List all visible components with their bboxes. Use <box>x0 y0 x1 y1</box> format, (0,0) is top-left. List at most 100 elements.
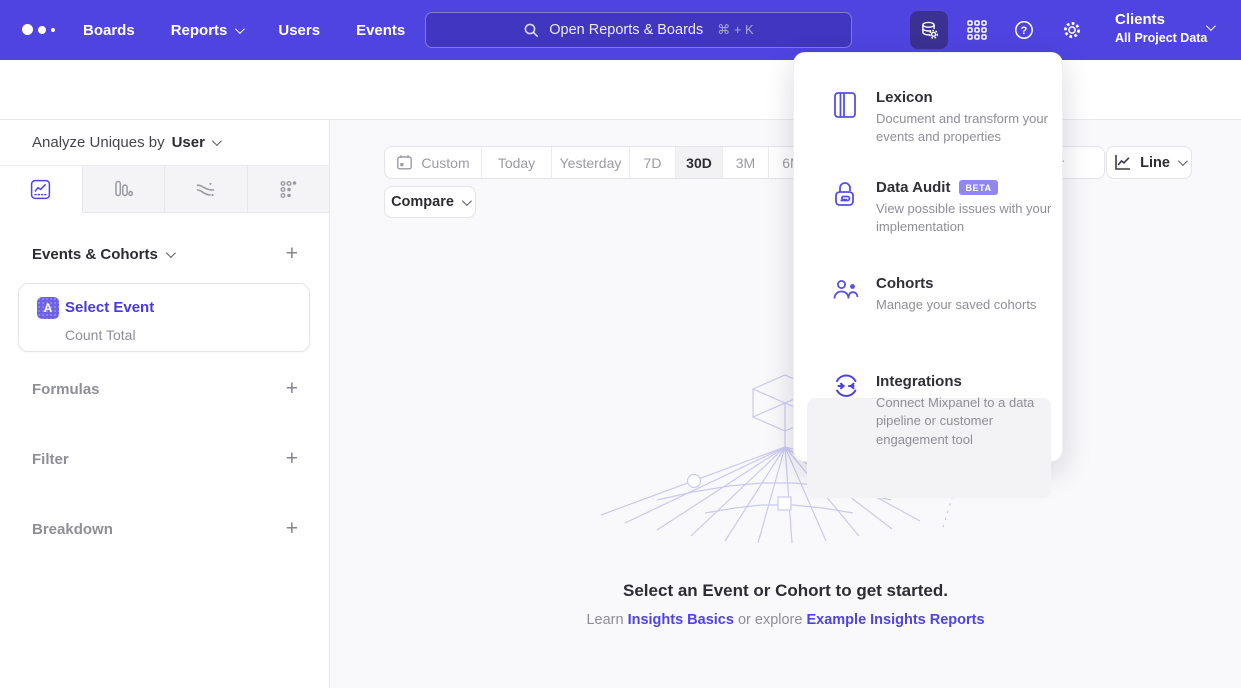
data-management-menu: Lexicon Document and transform your even… <box>793 52 1063 462</box>
insights-report-page: Boards Reports Users Events Open Reports… <box>0 0 1241 688</box>
grid-apps-icon <box>966 19 988 41</box>
tab-line-chart[interactable] <box>0 166 83 213</box>
menu-item-description: Manage your saved cohorts <box>876 296 1054 314</box>
date-range-label: 3M <box>736 155 755 171</box>
date-range-3m[interactable]: 3M <box>723 147 769 178</box>
search-placeholder: Open Reports & Boards <box>549 22 703 38</box>
chevron-down-icon <box>212 136 222 146</box>
events-cohorts-label: Events & Cohorts <box>32 246 158 263</box>
compare-dropdown[interactable]: Compare <box>384 186 476 218</box>
nav-item-boards[interactable]: Boards <box>83 22 135 39</box>
data-audit-icon <box>832 181 858 214</box>
filter-section: Filter + <box>32 450 298 468</box>
filter-label: Filter <box>32 451 69 468</box>
grid-dots-icon <box>278 179 299 200</box>
events-cohorts-header: Events & Cohorts + <box>32 245 298 263</box>
menu-item-title: Data Audit <box>876 179 950 196</box>
date-range-yesterday[interactable]: Yesterday <box>552 147 630 178</box>
breakdown-label: Breakdown <box>32 521 113 538</box>
nav-item-label: Users <box>278 22 320 39</box>
event-card[interactable]: A Select Event Count Total <box>18 283 310 352</box>
bar-chart-icon <box>113 179 134 200</box>
add-event-button[interactable]: + <box>286 245 298 263</box>
gear-icon <box>1061 19 1083 41</box>
chevron-down-icon <box>235 24 245 34</box>
menu-item-description: View possible issues with your implement… <box>876 200 1054 237</box>
project-scope: All Project Data <box>1115 30 1207 46</box>
nav-item-reports[interactable]: Reports <box>171 22 243 39</box>
tab-bar-chart[interactable] <box>83 166 166 213</box>
chevron-down-icon <box>166 248 176 258</box>
svg-text:?: ? <box>1021 25 1028 37</box>
select-event-label[interactable]: Select Event <box>65 299 154 316</box>
apps-grid-button[interactable] <box>958 11 996 49</box>
nav-item-label: Events <box>356 22 405 39</box>
beta-badge: BETA <box>959 180 997 195</box>
breakdown-section: Breakdown + <box>32 520 298 538</box>
query-builder-sidebar: Analyze Uniques by User <box>0 120 330 688</box>
date-range-today[interactable]: Today <box>482 147 552 178</box>
date-range-30d[interactable]: 30D <box>676 147 723 178</box>
search-shortcut-hint: ⌘ + K <box>717 22 754 38</box>
example-reports-link[interactable]: Example Insights Reports <box>806 612 984 628</box>
calendar-icon <box>396 154 413 171</box>
analyze-row: Analyze Uniques by User <box>0 120 329 165</box>
date-range-label: Custom <box>421 155 469 171</box>
event-letter-badge: A <box>37 297 59 319</box>
org-name: Clients <box>1115 10 1207 30</box>
date-range-label: Yesterday <box>560 155 622 171</box>
top-navigation-bar: Boards Reports Users Events Open Reports… <box>0 0 1241 60</box>
date-range-label: 30D <box>686 155 712 171</box>
compare-label: Compare <box>391 194 454 210</box>
mixpanel-logo-icon[interactable] <box>22 24 55 35</box>
count-type-label[interactable]: Count Total <box>65 327 136 343</box>
analyze-label: Analyze Uniques by <box>32 134 165 151</box>
chevron-down-icon <box>1206 21 1216 31</box>
date-range-custom[interactable]: Custom <box>385 147 482 178</box>
subtitle-text: Learn <box>586 612 627 628</box>
chevron-down-icon <box>1178 156 1188 166</box>
nav-item-events[interactable]: Events <box>356 22 405 39</box>
insights-basics-link[interactable]: Insights Basics <box>628 612 734 628</box>
date-range-7d[interactable]: 7D <box>630 147 676 178</box>
menu-item-description: Document and transform your events and p… <box>876 110 1054 147</box>
formulas-section: Formulas + <box>32 380 298 398</box>
formulas-label: Formulas <box>32 381 100 398</box>
line-chart-icon <box>1113 153 1132 172</box>
analyze-by-dropdown[interactable]: User <box>172 134 219 151</box>
flow-chart-icon <box>195 179 216 200</box>
chart-type-tabs <box>0 165 329 213</box>
date-range-label: Today <box>498 155 535 171</box>
add-formula-button[interactable]: + <box>286 380 298 398</box>
chart-style-dropdown[interactable]: Line <box>1106 146 1192 179</box>
nav-item-label: Reports <box>171 22 228 39</box>
menu-item-description: Connect Mixpanel to a data pipeline or c… <box>876 394 1054 449</box>
primary-nav: Boards Reports Users Events <box>83 0 405 60</box>
tab-flow-chart[interactable] <box>165 166 248 213</box>
search-icon <box>523 22 539 38</box>
tab-metrics-grid[interactable] <box>248 166 330 213</box>
analyze-value: User <box>172 134 205 151</box>
date-range-label: 7D <box>644 155 662 171</box>
line-chart-icon <box>30 179 51 200</box>
help-icon: ? <box>1013 19 1035 41</box>
chart-style-label: Line <box>1140 155 1170 171</box>
events-cohorts-dropdown[interactable]: Events & Cohorts <box>32 246 173 263</box>
chevron-down-icon <box>462 196 472 206</box>
empty-state-title: Select an Event or Cohort to get started… <box>330 581 1241 601</box>
nav-item-label: Boards <box>83 22 135 39</box>
database-gear-icon <box>919 20 940 41</box>
cohorts-people-icon <box>832 277 860 308</box>
add-filter-button[interactable]: + <box>286 450 298 468</box>
help-button[interactable]: ? <box>1005 11 1043 49</box>
data-management-button[interactable] <box>910 11 948 49</box>
nav-item-users[interactable]: Users <box>278 22 320 39</box>
menu-item-title: Integrations <box>876 373 962 390</box>
settings-button[interactable] <box>1053 11 1091 49</box>
project-switcher[interactable]: Clients All Project Data <box>1115 10 1207 46</box>
add-breakdown-button[interactable]: + <box>286 520 298 538</box>
date-range-control: Custom Today Yesterday 7D 30D 3M 6M <box>384 146 816 179</box>
integrations-sync-icon <box>832 373 860 404</box>
global-search-input[interactable]: Open Reports & Boards ⌘ + K <box>425 12 852 48</box>
menu-item-title: Lexicon <box>876 89 933 106</box>
